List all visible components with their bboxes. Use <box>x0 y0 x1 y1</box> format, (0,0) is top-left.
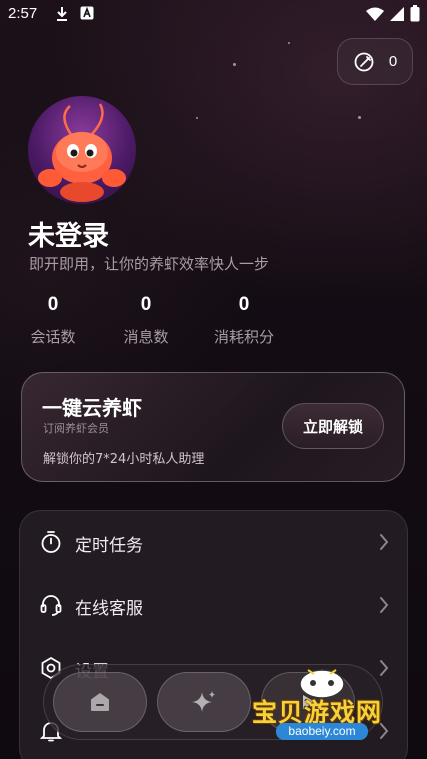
stopwatch-icon <box>41 531 61 553</box>
signal-icon <box>390 7 404 21</box>
battery-icon <box>410 5 420 22</box>
stat-label: 消耗积分 <box>213 328 274 346</box>
app-notification-icon <box>80 6 94 20</box>
watermark-url: baobeiy.com <box>276 723 368 740</box>
points-value: 0 <box>388 53 398 70</box>
lobster-mascot-icon <box>38 103 126 202</box>
stat-messages[interactable]: 0 消息数 <box>106 294 186 347</box>
stat-value: 0 <box>140 294 152 315</box>
menu-item-scheduled-tasks[interactable]: 定时任务 <box>20 511 409 573</box>
membership-promo-card[interactable]: 一键云养虾 订阅养虾会员 解锁你的7*24小时私人助理 立即解锁 <box>21 372 405 482</box>
points-icon <box>354 52 374 71</box>
tagline: 即开即用，让你的养虾效率快人一步 <box>29 255 270 273</box>
status-time: 2:57 <box>8 5 38 22</box>
unlock-button[interactable]: 立即解锁 <box>282 403 384 449</box>
menu-item-customer-service[interactable]: 在线客服 <box>20 574 409 636</box>
stat-label: 会话数 <box>30 328 76 346</box>
promo-subtitle: 订阅养虾会员 <box>43 422 109 435</box>
download-icon <box>57 7 67 21</box>
stat-points-used[interactable]: 0 消耗积分 <box>204 294 284 347</box>
nav-home-button[interactable] <box>53 672 147 732</box>
promo-description: 解锁你的7*24小时私人助理 <box>43 452 205 467</box>
stat-value: 0 <box>47 294 59 315</box>
watermark: 宝贝游戏网 baobeiy.com <box>250 666 395 754</box>
username: 未登录 <box>28 221 109 252</box>
stat-sessions[interactable]: 0 会话数 <box>13 294 93 347</box>
profile-screen: 2:57 0 未登录 即开即用，让你的养虾效率快人一步 0 会话数 0 消息数 … <box>0 0 427 759</box>
menu-item-label: 在线客服 <box>75 599 143 619</box>
stat-value: 0 <box>238 294 250 315</box>
star-decoration <box>233 63 236 66</box>
star-decoration <box>288 42 290 44</box>
star-decoration <box>196 117 198 119</box>
sparkle-icon <box>192 691 215 712</box>
headset-icon <box>40 595 62 616</box>
avatar[interactable] <box>28 96 136 204</box>
points-button[interactable]: 0 <box>337 38 413 85</box>
menu-item-label: 定时任务 <box>75 536 143 556</box>
promo-title: 一键云养虾 <box>42 396 142 420</box>
stat-label: 消息数 <box>123 328 169 346</box>
home-icon <box>91 693 109 711</box>
nav-discover-button[interactable] <box>157 672 251 732</box>
wifi-icon <box>366 7 384 21</box>
star-decoration <box>358 116 361 119</box>
chevron-right-icon <box>380 597 389 613</box>
chevron-right-icon <box>380 534 389 550</box>
status-bar: 2:57 <box>0 0 427 30</box>
